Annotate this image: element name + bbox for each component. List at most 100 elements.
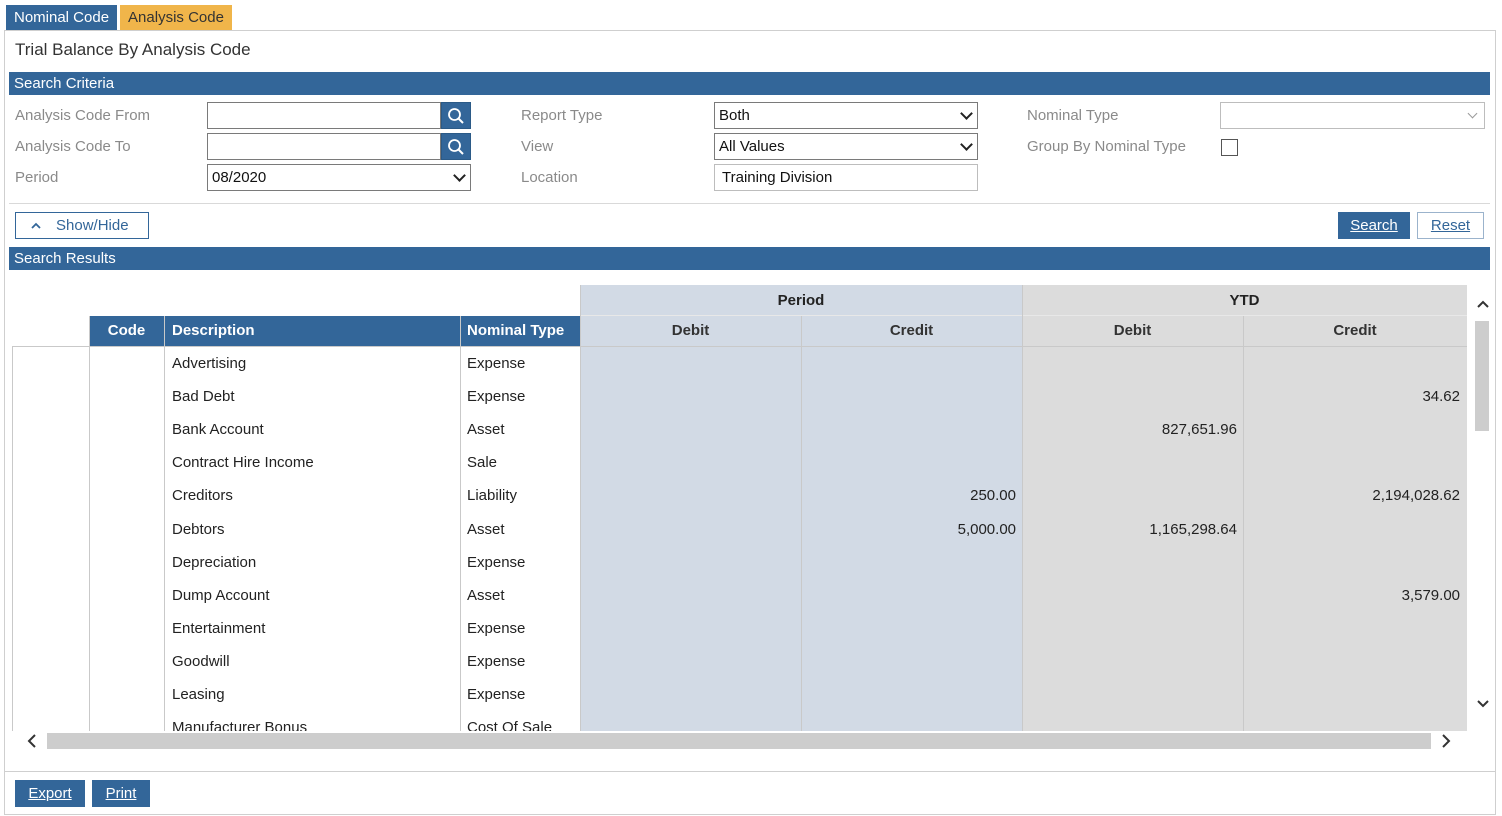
cell-code: [89, 479, 164, 512]
table-row[interactable]: Leasing Expense: [12, 678, 1467, 711]
cell-ytd-debit: [1022, 347, 1243, 380]
cell-period-credit: [801, 413, 1022, 446]
cell-nominal-type: Expense: [467, 652, 526, 670]
table-row[interactable]: Contract Hire Income Sale: [12, 446, 1467, 479]
table-row[interactable]: Dump Account Asset 3,579.00: [12, 579, 1467, 612]
cell-ytd-credit: [1243, 612, 1467, 645]
cell-period-debit: [580, 446, 801, 479]
nominal-type-select[interactable]: [1220, 102, 1485, 129]
scroll-left-icon[interactable]: [26, 733, 38, 749]
cell-ytd-debit: [1022, 711, 1243, 731]
table-row[interactable]: Goodwill Expense: [12, 645, 1467, 678]
column-header-code[interactable]: Code: [89, 316, 164, 346]
view-label: View: [521, 138, 554, 155]
table-row[interactable]: Bank Account Asset 827,651.96: [12, 413, 1467, 446]
horizontal-scrollbar[interactable]: [12, 731, 1467, 751]
cell-code: [89, 645, 164, 678]
period-select[interactable]: 08/2020: [207, 164, 471, 191]
chevron-down-icon: [960, 138, 973, 151]
scroll-down-icon[interactable]: [1476, 699, 1490, 709]
cell-nominal-type: Sale: [467, 454, 498, 472]
analysis-code-to-lookup-button[interactable]: [441, 133, 471, 160]
page-title: Trial Balance By Analysis Code: [15, 40, 251, 59]
column-header-period-debit[interactable]: Debit: [580, 316, 801, 346]
cell-ytd-credit: [1243, 513, 1467, 546]
cell-ytd-debit: [1022, 612, 1243, 645]
location-field[interactable]: Training Division: [714, 164, 978, 191]
cell-period-debit: [580, 711, 801, 731]
cell-code: [89, 413, 164, 446]
cell-description: Bank Account: [172, 421, 264, 439]
table-row[interactable]: Creditors Liability 250.00 2,194,028.62: [12, 479, 1467, 512]
table-row[interactable]: Entertainment Expense: [12, 612, 1467, 645]
chevron-down-icon: [453, 169, 466, 182]
cell-period-debit: [580, 546, 801, 579]
search-button[interactable]: Search: [1338, 212, 1410, 239]
cell-ytd-credit: [1243, 347, 1467, 380]
cell-code: [89, 678, 164, 711]
column-header-ytd-debit[interactable]: Debit: [1022, 316, 1243, 346]
vertical-scrollbar[interactable]: [1471, 285, 1494, 731]
cell-nominal-type: Liability: [467, 487, 518, 505]
column-header-period-credit[interactable]: Credit: [801, 316, 1022, 346]
cell-period-debit: [580, 380, 801, 413]
cell-ytd-credit: [1243, 546, 1467, 579]
table-row[interactable]: Advertising Expense: [12, 347, 1467, 380]
group-by-nominal-type-label: Group By Nominal Type: [1027, 138, 1186, 155]
column-header-nominal-type[interactable]: Nominal Type: [461, 316, 580, 346]
results-grid: Period YTD Code Description Nominal Type…: [12, 285, 1467, 731]
cell-ytd-credit: 2,194,028.62: [1372, 487, 1460, 505]
group-by-nominal-type-checkbox[interactable]: [1221, 139, 1238, 156]
view-select[interactable]: All Values: [714, 133, 978, 160]
cell-period-credit: [801, 347, 1022, 380]
export-button[interactable]: Export: [15, 780, 85, 807]
reset-button[interactable]: Reset: [1417, 212, 1484, 239]
tab-strip: Nominal Code Analysis Code: [6, 5, 232, 31]
scroll-right-icon[interactable]: [1440, 733, 1452, 749]
analysis-code-to-input[interactable]: [207, 133, 441, 160]
cell-period-credit: 5,000.00: [957, 520, 1016, 538]
analysis-code-from-lookup-button[interactable]: [441, 102, 471, 129]
scroll-up-icon[interactable]: [1476, 299, 1490, 309]
tab-nominal-code[interactable]: Nominal Code: [6, 5, 118, 30]
period-group-header: Period: [777, 292, 825, 309]
cell-nominal-type: Expense: [467, 553, 526, 571]
horizontal-scroll-thumb[interactable]: [47, 733, 1431, 749]
show-hide-button[interactable]: Show/Hide: [15, 212, 149, 239]
chevron-down-icon: [960, 107, 973, 120]
cell-code: [89, 546, 164, 579]
cell-nominal-type: Expense: [467, 355, 526, 372]
cell-period-credit: [801, 645, 1022, 678]
location-label: Location: [521, 169, 578, 186]
vertical-scroll-thumb[interactable]: [1475, 321, 1489, 431]
footer-divider: [5, 771, 1495, 772]
cell-ytd-credit: 34.62: [1422, 388, 1460, 406]
report-type-select[interactable]: Both: [714, 102, 978, 129]
cell-period-credit: [801, 678, 1022, 711]
cell-code: [89, 579, 164, 612]
tab-analysis-code[interactable]: Analysis Code: [120, 5, 232, 30]
analysis-code-from-input[interactable]: [207, 102, 441, 129]
cell-ytd-debit: [1022, 678, 1243, 711]
table-row[interactable]: Bad Debt Expense 34.62: [12, 380, 1467, 413]
column-header-description[interactable]: Description: [165, 316, 460, 346]
column-header-ytd-credit[interactable]: Credit: [1243, 316, 1467, 346]
cell-description: Entertainment: [172, 619, 266, 637]
cell-nominal-type: Expense: [467, 619, 526, 637]
nominal-type-label: Nominal Type: [1027, 107, 1119, 124]
cell-period-credit: 250.00: [970, 487, 1016, 505]
cell-code: [89, 446, 164, 479]
cell-period-debit: [580, 513, 801, 546]
chevron-down-icon: [1467, 108, 1478, 119]
print-button[interactable]: Print: [92, 780, 150, 807]
cell-period-debit: [580, 579, 801, 612]
table-row[interactable]: Depreciation Expense: [12, 546, 1467, 579]
cell-description: Goodwill: [172, 652, 230, 670]
cell-ytd-debit: [1022, 380, 1243, 413]
table-row[interactable]: Debtors Asset 5,000.00 1,165,298.64: [12, 513, 1467, 546]
cell-description: Depreciation: [172, 553, 257, 571]
view-select-value: All Values: [719, 138, 785, 155]
cell-ytd-debit: [1022, 446, 1243, 479]
report-type-select-value: Both: [719, 107, 750, 124]
table-row[interactable]: Manufacturer Bonus Cost Of Sale: [12, 711, 1467, 731]
